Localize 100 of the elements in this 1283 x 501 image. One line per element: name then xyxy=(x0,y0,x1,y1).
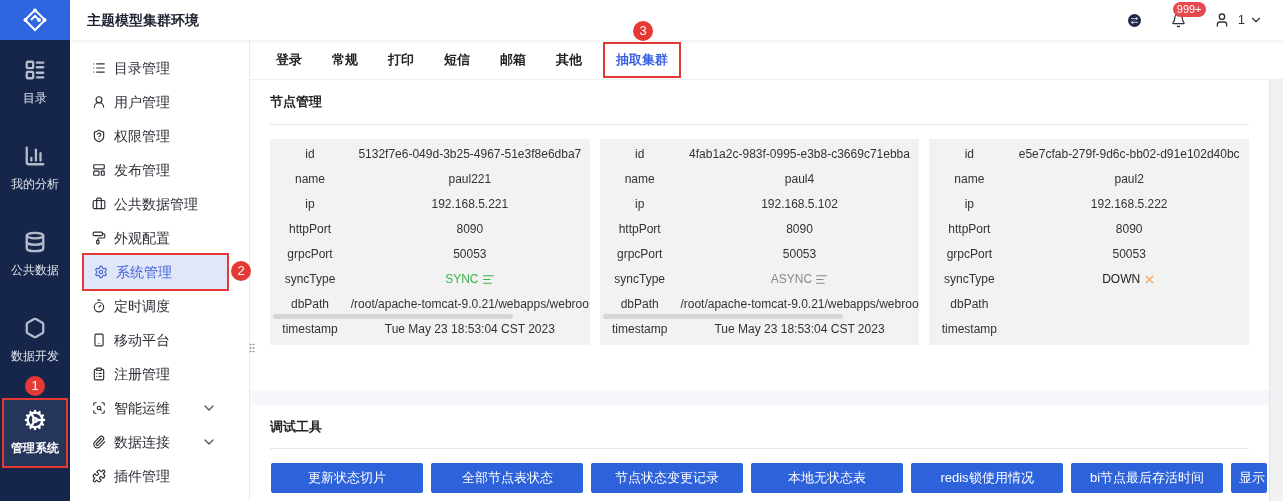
tool-button[interactable]: 节点状态变更记录 xyxy=(591,463,743,493)
field-value: 192.168.5.102 xyxy=(761,196,838,213)
tool-button[interactable]: redis锁使用情况 xyxy=(911,463,1063,493)
clipboard-icon xyxy=(92,367,106,381)
field-label: syncType xyxy=(613,271,666,288)
menu-item[interactable]: 系统管理 xyxy=(84,255,227,289)
menu-item[interactable]: 数据连接 xyxy=(82,425,229,459)
field-label: timestamp xyxy=(611,321,669,338)
field-value: 4fab1a2c-983f-0995-e3b8-c3669c71ebba xyxy=(689,146,910,163)
tab[interactable]: 常规 xyxy=(319,42,371,77)
field-label: timestamp xyxy=(281,321,339,338)
field-value: 5132f7e6-049d-3b25-4967-51e3f8e6dba7 xyxy=(358,146,582,163)
field-label: dbPath xyxy=(289,296,330,313)
field-value: 8090 xyxy=(456,221,484,238)
paperclip-icon xyxy=(92,435,106,449)
hexagon-icon xyxy=(24,317,46,339)
field-value: 8090 xyxy=(1115,221,1143,238)
field-value: 50053 xyxy=(1112,246,1146,263)
list-icon xyxy=(92,61,106,75)
rail-item[interactable]: 管理系统 xyxy=(4,400,66,466)
field-value: 8090 xyxy=(786,221,813,238)
switch-icon[interactable] xyxy=(1127,13,1141,27)
tool-button[interactable]: 显示 xyxy=(1231,463,1267,493)
field-label: httpPort xyxy=(947,221,992,238)
field-value: e5e7cfab-279f-9d6c-bb02-d91e102d40bc xyxy=(1018,146,1240,163)
page-title: 主题模型集群环境 xyxy=(87,10,199,30)
field-value: 50053 xyxy=(782,246,817,263)
gear-icon xyxy=(24,409,46,431)
menu-item[interactable]: 权限管理 xyxy=(82,119,229,153)
sync-status: DOWN xyxy=(1102,271,1141,288)
tab[interactable]: 抽取集群 xyxy=(605,43,679,76)
field-value: paul221 xyxy=(448,171,492,188)
menu-item[interactable]: 插件管理 xyxy=(82,459,229,493)
menu-item[interactable]: 公共数据管理 xyxy=(82,187,229,221)
user-name[interactable]: 1 xyxy=(1237,10,1245,30)
tab[interactable]: 短信 xyxy=(431,42,483,77)
field-label: ip xyxy=(963,196,975,213)
field-label: syncType xyxy=(283,271,337,288)
layout-icon xyxy=(92,163,106,177)
callout-number: 2 xyxy=(231,261,251,281)
magnifier-icon xyxy=(92,401,106,415)
field-value: 50053 xyxy=(453,246,487,263)
menu-item[interactable]: 注册管理 xyxy=(82,357,229,391)
tab[interactable]: 邮箱 xyxy=(487,42,539,77)
lines-icon xyxy=(815,272,829,286)
rail-item[interactable]: 公共数据 xyxy=(0,212,70,298)
drag-handle-icon[interactable] xyxy=(246,342,258,354)
bar-chart-icon xyxy=(24,145,46,167)
field-label: id xyxy=(963,146,975,163)
menu-item[interactable]: 移动平台 xyxy=(82,323,229,357)
rail-item[interactable]: 目录 xyxy=(0,40,70,126)
tool-button[interactable]: bi节点最后存活时间 xyxy=(1071,463,1223,493)
puzzle-icon xyxy=(92,469,106,483)
briefcase-icon xyxy=(92,197,106,211)
field-label: dbPath xyxy=(619,296,660,313)
tool-button[interactable]: 本地无状态表 xyxy=(751,463,903,493)
field-value: paul4 xyxy=(784,171,815,188)
field-label: ip xyxy=(304,196,316,213)
menu-item[interactable]: 外观配置 xyxy=(82,221,229,255)
field-value: 192.168.5.221 xyxy=(431,196,509,213)
tab[interactable]: 打印 xyxy=(375,42,427,77)
user-icon xyxy=(92,95,106,109)
field-label: httpPort xyxy=(617,221,662,238)
section-title: 调试工具 xyxy=(270,416,1249,449)
field-label: id xyxy=(634,146,646,163)
field-label: name xyxy=(623,171,656,188)
menu-item[interactable]: 定时调度 xyxy=(82,289,229,323)
rail-item[interactable]: 我的分析 xyxy=(0,126,70,212)
field-label: grpcPort xyxy=(945,246,993,263)
phone-icon xyxy=(92,333,106,347)
tool-button[interactable]: 全部节点表状态 xyxy=(431,463,583,493)
field-label: name xyxy=(953,171,986,188)
field-label: ip xyxy=(634,196,646,213)
menu-item[interactable]: 智能运维 xyxy=(82,391,229,425)
section-title: 节点管理 xyxy=(270,92,1249,125)
menu-item[interactable]: 用户管理 xyxy=(82,85,229,119)
field-value: Tue May 23 18:53:04 CST 2023 xyxy=(384,321,555,338)
field-label: grpcPort xyxy=(616,246,664,263)
menu-item[interactable]: 发布管理 xyxy=(82,153,229,187)
field-label: grpcPort xyxy=(286,246,334,263)
shield-icon xyxy=(92,129,106,143)
field-value: 192.168.5.222 xyxy=(1090,196,1168,213)
notification-count: 999+ xyxy=(1172,1,1206,17)
logo-icon xyxy=(23,8,47,32)
field-label: httpPort xyxy=(288,221,332,238)
field-label: timestamp xyxy=(940,321,998,338)
field-value: /root/apache-tomcat-9.0.21/webapps/webroo xyxy=(680,296,919,313)
callout-number: 1 xyxy=(25,376,45,396)
menu-item[interactable]: 目录管理 xyxy=(82,51,229,85)
tab[interactable]: 其他 xyxy=(543,42,595,77)
field-value: paul2 xyxy=(1114,171,1144,188)
field-label: syncType xyxy=(943,271,996,288)
field-value: Tue May 23 18:53:04 CST 2023 xyxy=(714,321,885,338)
tool-button[interactable]: 更新状态切片 xyxy=(271,463,423,493)
list-icon xyxy=(24,59,46,81)
tab[interactable]: 登录 xyxy=(263,42,315,77)
field-label: name xyxy=(294,171,326,188)
settings-icon xyxy=(94,265,108,279)
sync-status: ASYNC xyxy=(770,271,813,288)
timer-icon xyxy=(92,299,106,313)
